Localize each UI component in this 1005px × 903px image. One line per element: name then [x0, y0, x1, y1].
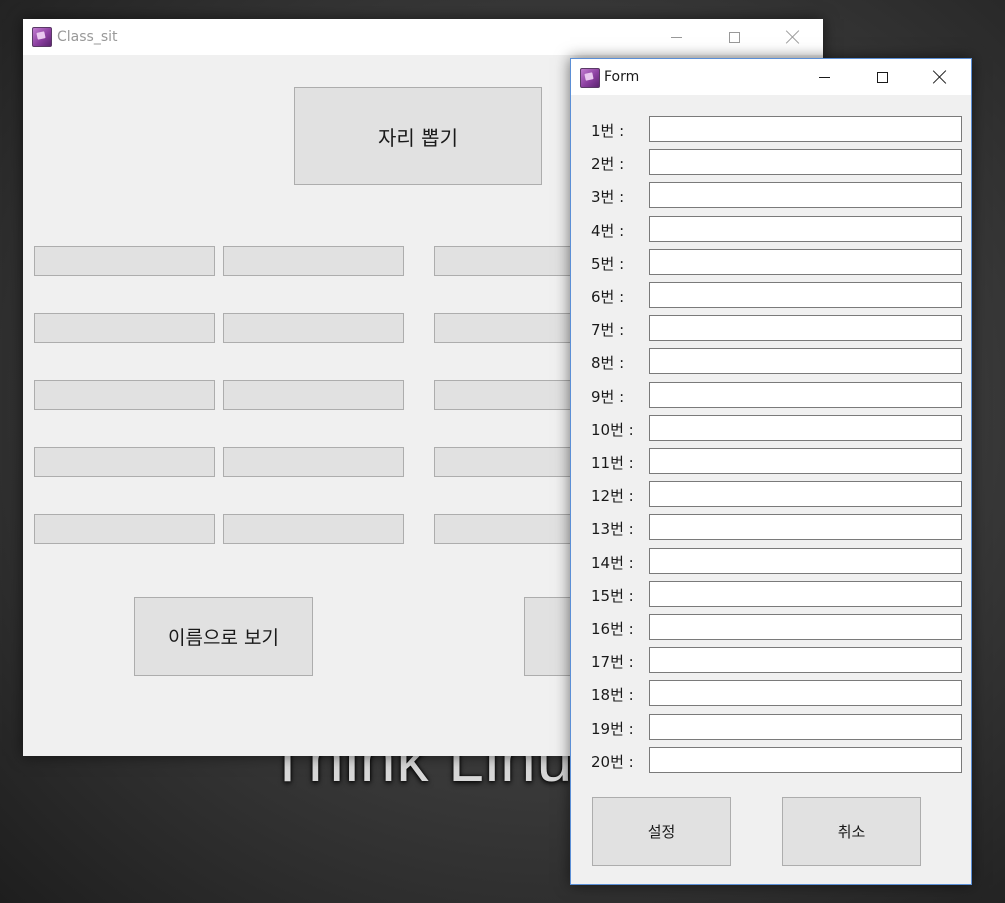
row-label: 16번 : [591, 620, 634, 638]
row-label: 11번 : [591, 454, 634, 472]
row-label: 13번 : [591, 520, 634, 539]
student-name-input[interactable] [649, 481, 962, 508]
row-label: 15번 : [591, 586, 634, 605]
row-label: 20번 : [591, 752, 634, 771]
minimize-button[interactable] [653, 19, 699, 55]
row-label: 14번 : [591, 553, 634, 572]
student-name-input[interactable] [649, 248, 962, 275]
student-name-input[interactable] [649, 315, 962, 342]
student-name-input[interactable] [649, 746, 962, 773]
student-name-input[interactable] [649, 580, 962, 607]
minimize-icon [670, 36, 682, 38]
close-icon [786, 30, 800, 44]
close-button[interactable] [770, 19, 816, 55]
main-titlebar[interactable]: Class_sit [23, 19, 823, 55]
maximize-icon [876, 71, 888, 83]
maximize-button[interactable] [859, 59, 905, 95]
seat-box [223, 313, 404, 343]
row-label: 17번 : [591, 653, 634, 672]
row-label: 10번 : [591, 420, 634, 439]
row-label: 1번 : [591, 122, 625, 140]
student-name-input[interactable] [649, 514, 962, 541]
draw-seats-button[interactable]: 자리 뽑기 [294, 87, 542, 185]
app-icon [580, 68, 600, 88]
seat-box [223, 447, 404, 477]
maximize-button[interactable] [711, 19, 757, 55]
close-icon [933, 70, 947, 84]
close-button[interactable] [917, 59, 963, 95]
student-name-input[interactable] [649, 381, 962, 408]
row-label: 2번 : [591, 155, 625, 174]
row-label: 18번 : [591, 686, 634, 705]
seat-box [34, 447, 215, 477]
student-name-input[interactable] [649, 149, 962, 176]
maximize-icon [728, 31, 740, 43]
student-name-input[interactable] [649, 713, 962, 740]
student-name-input[interactable] [649, 614, 962, 640]
cancel-button[interactable]: 취소 [782, 797, 921, 866]
seat-box [34, 313, 215, 343]
seat-box [34, 514, 215, 544]
row-label: 5번 : [591, 254, 625, 273]
minimize-icon [818, 76, 830, 78]
app-icon [32, 27, 52, 47]
row-label: 4번 : [591, 221, 625, 240]
seat-box [223, 380, 404, 410]
student-name-input[interactable] [649, 647, 962, 674]
student-name-input[interactable] [649, 282, 962, 308]
student-name-input[interactable] [649, 116, 962, 142]
student-name-input[interactable] [649, 182, 962, 209]
student-name-input[interactable] [649, 547, 962, 574]
form-title: Form [604, 69, 640, 85]
view-by-name-button[interactable]: 이름으로 보기 [134, 597, 313, 676]
student-name-input[interactable] [649, 215, 962, 242]
student-name-input[interactable] [649, 414, 962, 441]
row-label: 9번 : [591, 387, 625, 406]
student-name-input[interactable] [649, 348, 962, 375]
seat-box [34, 380, 215, 410]
row-label: 6번 : [591, 288, 625, 306]
seat-box [223, 246, 404, 276]
window-title: Class_sit [57, 29, 118, 45]
row-label: 8번 : [591, 354, 625, 373]
form-titlebar[interactable]: Form [571, 59, 971, 95]
minimize-button[interactable] [801, 59, 847, 95]
row-label: 19번 : [591, 719, 634, 738]
row-label: 3번 : [591, 188, 625, 207]
seat-box [223, 514, 404, 544]
student-name-input[interactable] [649, 680, 962, 707]
seat-box [34, 246, 215, 276]
student-name-input[interactable] [649, 448, 962, 474]
row-label: 12번 : [591, 487, 634, 506]
set-button[interactable]: 설정 [592, 797, 731, 866]
form-window: Form 1번 : 2번 : 3번 : 4번 : 5번 : 6번 : 7번 : 8번 : 9번 … [570, 58, 972, 885]
row-label: 7번 : [591, 321, 625, 340]
